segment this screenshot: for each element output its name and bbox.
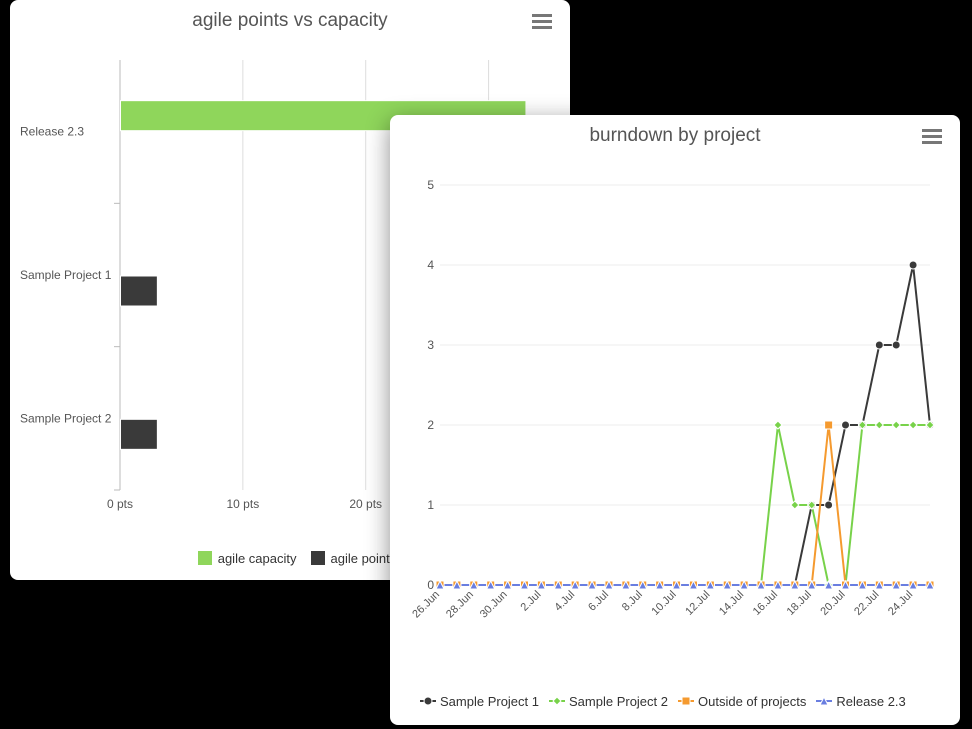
hamburger-icon — [532, 14, 552, 30]
legend-item[interactable]: Release 2.3 — [816, 694, 905, 709]
svg-text:6.Jul: 6.Jul — [586, 589, 611, 614]
svg-text:Release 2.3: Release 2.3 — [20, 125, 84, 139]
legend-item[interactable]: Sample Project 2 — [549, 694, 668, 709]
svg-text:8.Jul: 8.Jul — [620, 589, 645, 614]
svg-text:30.Jun: 30.Jun — [478, 589, 510, 621]
svg-text:3: 3 — [427, 338, 434, 352]
line-chart-plot: 01234526.Jun28.Jun30.Jun2.Jul4.Jul6.Jul8… — [410, 175, 940, 635]
legend-item[interactable]: Outside of projects — [678, 694, 806, 709]
line-chart-legend[interactable]: Sample Project 1 Sample Project 2 Outside … — [420, 692, 950, 711]
svg-text:10 pts: 10 pts — [227, 497, 260, 511]
svg-text:26.Jun: 26.Jun — [410, 589, 442, 621]
svg-text:20 pts: 20 pts — [349, 497, 382, 511]
svg-text:1: 1 — [427, 498, 434, 512]
svg-text:4.Jul: 4.Jul — [552, 589, 577, 614]
svg-text:Sample Project 1: Sample Project 1 — [20, 268, 112, 282]
svg-text:5: 5 — [427, 178, 434, 192]
chart-menu-button[interactable] — [922, 129, 942, 145]
svg-text:16.Jul: 16.Jul — [751, 589, 780, 618]
svg-text:20.Jul: 20.Jul — [818, 589, 847, 618]
legend-item[interactable]: Sample Project 1 — [420, 694, 539, 709]
svg-text:24.Jul: 24.Jul — [886, 589, 915, 618]
chart-card-burndown-by-project: burndown by project 01234526.Jun28.Jun30… — [390, 115, 960, 725]
legend-item-label[interactable]: agile points — [331, 551, 397, 566]
svg-text:4: 4 — [427, 258, 434, 272]
legend-item-label[interactable]: agile capacity — [218, 551, 297, 566]
hamburger-icon — [922, 129, 942, 145]
svg-text:14.Jul: 14.Jul — [717, 589, 746, 618]
svg-text:10.Jul: 10.Jul — [649, 589, 678, 618]
svg-text:2.Jul: 2.Jul — [519, 589, 544, 614]
svg-text:18.Jul: 18.Jul — [785, 589, 814, 618]
svg-text:2: 2 — [427, 418, 434, 432]
chart-menu-button[interactable] — [532, 14, 552, 30]
svg-text:22.Jul: 22.Jul — [852, 589, 881, 618]
chart-title: burndown by project — [390, 115, 960, 153]
svg-text:Sample Project 2: Sample Project 2 — [20, 411, 112, 425]
svg-text:28.Jun: 28.Jun — [444, 589, 476, 621]
svg-text:0 pts: 0 pts — [107, 497, 133, 511]
svg-text:12.Jul: 12.Jul — [683, 589, 712, 618]
chart-title: agile points vs capacity — [10, 0, 570, 38]
